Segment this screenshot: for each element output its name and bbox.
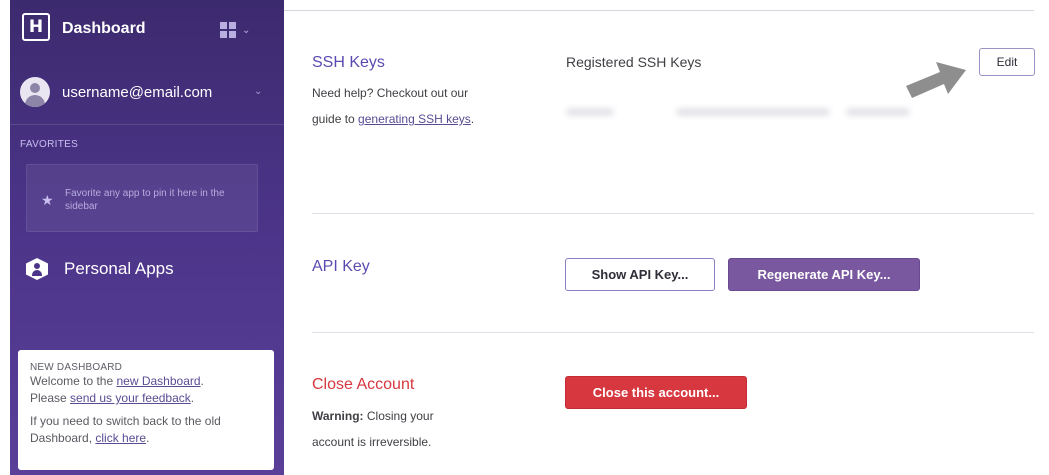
regenerate-api-key-button[interactable]: Regenerate API Key... (728, 258, 920, 291)
section-divider (312, 332, 1034, 333)
apps-switcher-button[interactable]: ⌄ (220, 20, 264, 40)
click-here-link[interactable]: click here (95, 431, 146, 445)
chevron-down-icon: ⌄ (242, 24, 251, 36)
sidebar-item-personal-apps[interactable]: Personal Apps (10, 252, 284, 286)
show-api-key-button[interactable]: Show API Key... (565, 258, 715, 291)
star-icon: ★ (41, 193, 54, 209)
person-hex-icon (26, 258, 48, 280)
registered-ssh-keys-label: Registered SSH Keys (566, 54, 702, 70)
account-menu[interactable]: username@email.com ⌄ (10, 66, 284, 118)
send-feedback-link[interactable]: send us your feedback (70, 391, 191, 405)
blurred-key-name (566, 108, 614, 116)
new-dashboard-link[interactable]: new Dashboard (116, 374, 200, 388)
new-dashboard-notice: NEW DASHBOARD Welcome to the new Dashboa… (18, 350, 274, 470)
api-key-title: API Key (312, 258, 370, 275)
blurred-key-fingerprint (676, 108, 830, 116)
personal-apps-label: Personal Apps (64, 259, 174, 278)
sidebar-divider (10, 124, 284, 125)
top-divider (284, 10, 1034, 11)
chevron-down-icon: ⌄ (254, 86, 263, 97)
switch-back-line: If you need to switch back to the old Da… (30, 414, 221, 445)
ssh-keys-title: SSH Keys (312, 54, 385, 71)
dashboard-title[interactable]: Dashboard (62, 20, 146, 38)
close-account-button[interactable]: Close this account... (565, 376, 747, 409)
user-avatar-icon (20, 77, 50, 107)
close-account-title: Close Account (312, 376, 415, 393)
grid-icon (220, 22, 236, 38)
new-dashboard-title: NEW DASHBOARD (30, 362, 123, 373)
favorites-empty-text: Favorite any app to pin it here in the s… (65, 188, 225, 212)
favorites-label: FAVORITES (20, 139, 79, 150)
arrow-pointer-icon (906, 62, 966, 98)
sidebar: H Dashboard ⌄ username@email.com ⌄ FAVOR… (10, 0, 284, 475)
section-divider (312, 213, 1034, 214)
ssh-help-text: Need help? Checkout out our guide to gen… (312, 86, 475, 126)
edit-ssh-keys-button[interactable]: Edit (979, 48, 1035, 76)
feedback-line: Please send us your feedback. (30, 391, 195, 405)
favorites-empty-box: ★ Favorite any app to pin it here in the… (26, 164, 258, 232)
user-email: username@email.com (62, 84, 213, 101)
heroku-logo[interactable]: H (22, 13, 50, 41)
close-warning-text: Warning: Closing your account is irrever… (312, 409, 434, 449)
welcome-line: Welcome to the new Dashboard. (30, 374, 204, 388)
sidebar-header: H Dashboard ⌄ (10, 0, 284, 58)
blurred-key-date (846, 108, 910, 116)
generating-ssh-keys-link[interactable]: generating SSH keys (358, 112, 471, 126)
